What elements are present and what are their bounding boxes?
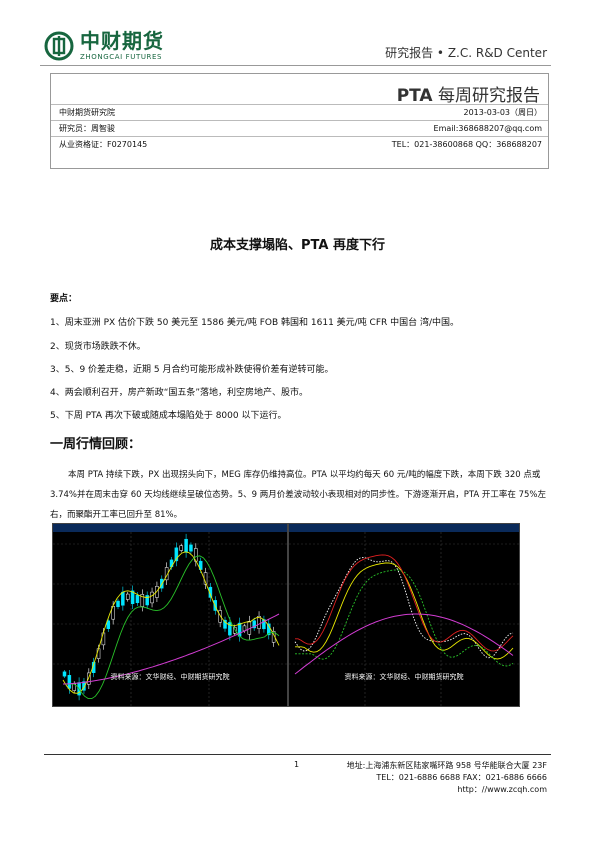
report-info-box: PTA 每周研究报告 中财期货研究院 2013-03-03（周日） 研究员：周智… xyxy=(50,73,549,169)
chart-source-left: 资料来源：文华财经、中财期货研究院 xyxy=(110,673,230,681)
brand-name-cn: 中财期货 xyxy=(80,29,164,53)
key-point-5: 5、下周 PTA 再次下破或随成本塌陷处于 8000 以下运行。 xyxy=(50,411,287,421)
key-point-2: 2、现货市场跌跌不休。 xyxy=(50,342,146,352)
candle-body xyxy=(125,593,130,600)
candle-body xyxy=(150,591,154,604)
header-tagline: 研究报告 • Z.C. R&D Center xyxy=(385,46,547,60)
info-row-cert: 从业资格证：F0270145 TEL：021-38600868 QQ：36868… xyxy=(51,136,548,153)
article-title: 成本支撑塌陷、PTA 再度下行 xyxy=(210,238,385,253)
header-divider xyxy=(40,65,551,66)
page-number: 1 xyxy=(294,760,300,769)
info-row-researcher: 研究员：周智骏 Email:368688207@qq.com xyxy=(51,120,548,137)
report-title: PTA 每周研究报告 xyxy=(397,81,540,106)
report-title-type: 每周研究报告 xyxy=(432,86,540,106)
weekly-review-paragraph: 本周 PTA 持续下跌，PX 出现拐头向下，MEG 库存仍维持高位。PTA 以平… xyxy=(50,470,547,520)
candle-body xyxy=(121,591,125,606)
info-row-institute: 中财期货研究院 2013-03-03（周日） xyxy=(51,104,548,121)
candle-body xyxy=(189,544,193,552)
key-point-3: 3、5、9 价差走稳，近期 5 月合约可能形成补跌使得价差有逆转可能。 xyxy=(50,365,334,375)
logo-emblem-icon xyxy=(44,31,74,61)
footer-phone: TEL：021-6886 6688 FAX：021-6886 6666 xyxy=(376,773,547,782)
pta-spread-chart-right: 资料来源：文华财经、中财期货研究院 xyxy=(288,523,520,707)
certificate-number: 从业资格证：F0270145 xyxy=(59,140,148,149)
key-point-1: 1、周末亚洲 PX 估价下跌 50 美元至 1586 美元/吨 FOB 韩国和 … xyxy=(50,318,460,328)
footer-url: http：//www.zcqh.com xyxy=(457,785,547,794)
pta-price-chart-left: 资料来源：文华财经、中财期货研究院 xyxy=(52,523,288,707)
candle-body xyxy=(135,594,140,604)
researcher-name: 研究员：周智骏 xyxy=(59,124,115,133)
researcher-email: Email:368688207@qq.com xyxy=(433,124,542,133)
chart-source-right: 资料来源：文华财经、中财期货研究院 xyxy=(344,673,464,681)
candle-body xyxy=(96,648,101,659)
report-title-product: PTA xyxy=(396,86,433,106)
institute-name: 中财期货研究院 xyxy=(59,108,115,117)
footer-divider xyxy=(44,754,551,755)
candle-body xyxy=(179,545,183,551)
key-points-label: 要点： xyxy=(50,294,78,304)
company-logo: 中财期货 ZHONGCAI FUTURES xyxy=(44,28,214,64)
section-title-weekly-review: 一周行情回顾： xyxy=(50,437,142,452)
contact-info: TEL：021-38600868 QQ：368688207 xyxy=(391,140,542,149)
brand-name-en: ZHONGCAI FUTURES xyxy=(80,53,163,61)
candle-body xyxy=(184,538,188,553)
key-point-4: 4、两会顺利召开，房产新政“国五条”落地，利空房地产、股市。 xyxy=(50,388,309,398)
footer-address: 地址:上海浦东新区陆家嘴环路 958 号华能联合大厦 23F xyxy=(346,761,547,770)
candle-body xyxy=(116,600,120,608)
report-date: 2013-03-03（周日） xyxy=(463,108,543,117)
